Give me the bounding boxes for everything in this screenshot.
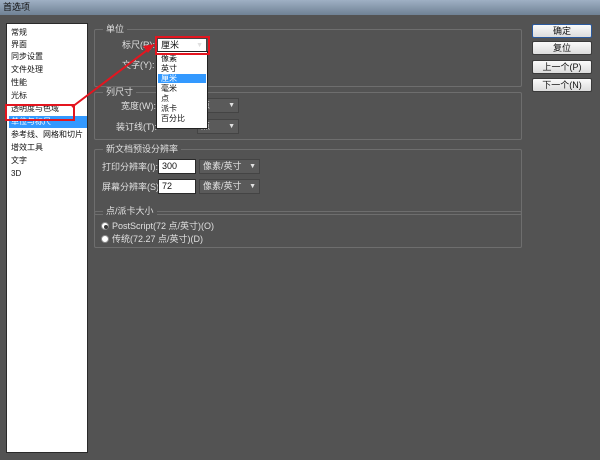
window-title: 首选项 <box>0 0 600 15</box>
preferences-dialog: 常规 界面 同步设置 文件处理 性能 光标 透明度与色域 单位与标尺 参考线、网… <box>0 15 600 460</box>
annotation-arrow-icon <box>71 44 155 108</box>
